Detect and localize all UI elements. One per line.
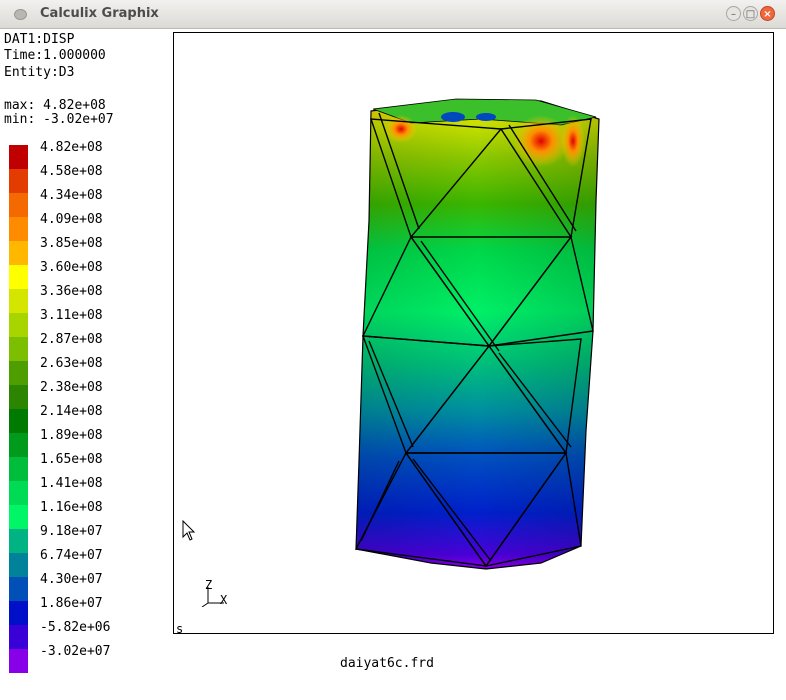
legend-value: 6.74e+07 bbox=[40, 548, 103, 563]
calculix-window: Calculix Graphix – □ × DAT1:DISP Time:1.… bbox=[0, 0, 786, 700]
axis-x-label: X bbox=[220, 593, 228, 607]
legend-swatch bbox=[9, 217, 28, 241]
legend-swatch bbox=[9, 625, 28, 649]
legend-value: 1.16e+08 bbox=[40, 500, 103, 515]
legend-swatch bbox=[9, 481, 28, 505]
legend-value: 9.18e+07 bbox=[40, 524, 103, 539]
mouse-pointer-icon bbox=[182, 520, 196, 541]
legend-swatch bbox=[9, 529, 28, 553]
legend-swatch bbox=[9, 361, 28, 385]
legend-value: 4.30e+07 bbox=[40, 572, 103, 587]
viewport-corner-label: s bbox=[176, 622, 184, 636]
legend-value: 2.38e+08 bbox=[40, 380, 103, 395]
legend-swatch bbox=[9, 289, 28, 313]
filename-label: daiyat6c.frd bbox=[340, 656, 434, 671]
entity-label: Entity:D3 bbox=[4, 65, 75, 80]
legend-swatch bbox=[9, 577, 28, 601]
legend-swatch bbox=[9, 241, 28, 265]
legend-swatch bbox=[9, 385, 28, 409]
legend-swatch bbox=[9, 649, 28, 673]
legend-value: -3.02e+07 bbox=[40, 644, 111, 659]
legend-swatch bbox=[9, 505, 28, 529]
legend-value: -5.82e+06 bbox=[40, 620, 111, 635]
window-menu-icon[interactable] bbox=[14, 9, 27, 20]
minimize-button[interactable]: – bbox=[726, 6, 741, 21]
legend-swatch bbox=[9, 409, 28, 433]
legend-value: 1.41e+08 bbox=[40, 476, 103, 491]
fem-model-render bbox=[354, 98, 600, 570]
close-button[interactable]: × bbox=[760, 6, 775, 21]
legend-swatch bbox=[9, 193, 28, 217]
legend-value: 3.36e+08 bbox=[40, 284, 103, 299]
dataset-label: DAT1:DISP bbox=[4, 32, 75, 47]
title-bar[interactable]: Calculix Graphix – □ × bbox=[0, 0, 786, 29]
time-label: Time:1.000000 bbox=[4, 48, 106, 63]
legend-value: 3.11e+08 bbox=[40, 308, 103, 323]
legend-value: 4.58e+08 bbox=[40, 164, 103, 179]
legend-value: 4.34e+08 bbox=[40, 188, 103, 203]
legend-value: 1.86e+07 bbox=[40, 596, 103, 611]
legend-swatch bbox=[9, 169, 28, 193]
legend-value: 1.65e+08 bbox=[40, 452, 103, 467]
maximize-button[interactable]: □ bbox=[743, 6, 758, 21]
graphics-viewport[interactable] bbox=[173, 32, 774, 634]
legend-swatch bbox=[9, 313, 28, 337]
window-title: Calculix Graphix bbox=[40, 6, 159, 21]
legend-value: 3.60e+08 bbox=[40, 260, 103, 275]
legend-value: 4.09e+08 bbox=[40, 212, 103, 227]
legend-value: 4.82e+08 bbox=[40, 140, 103, 155]
legend-swatch bbox=[9, 553, 28, 577]
legend-swatch bbox=[9, 265, 28, 289]
legend-swatch bbox=[9, 433, 28, 457]
legend-swatch bbox=[9, 457, 28, 481]
legend-value: 2.63e+08 bbox=[40, 356, 103, 371]
legend-value: 2.87e+08 bbox=[40, 332, 103, 347]
legend-swatch bbox=[9, 601, 28, 625]
legend-value: 2.14e+08 bbox=[40, 404, 103, 419]
legend-swatch bbox=[9, 337, 28, 361]
legend-value: 3.85e+08 bbox=[40, 236, 103, 251]
min-label: min: -3.02e+07 bbox=[4, 112, 114, 127]
legend-value: 1.89e+08 bbox=[40, 428, 103, 443]
legend-swatch bbox=[9, 145, 28, 169]
